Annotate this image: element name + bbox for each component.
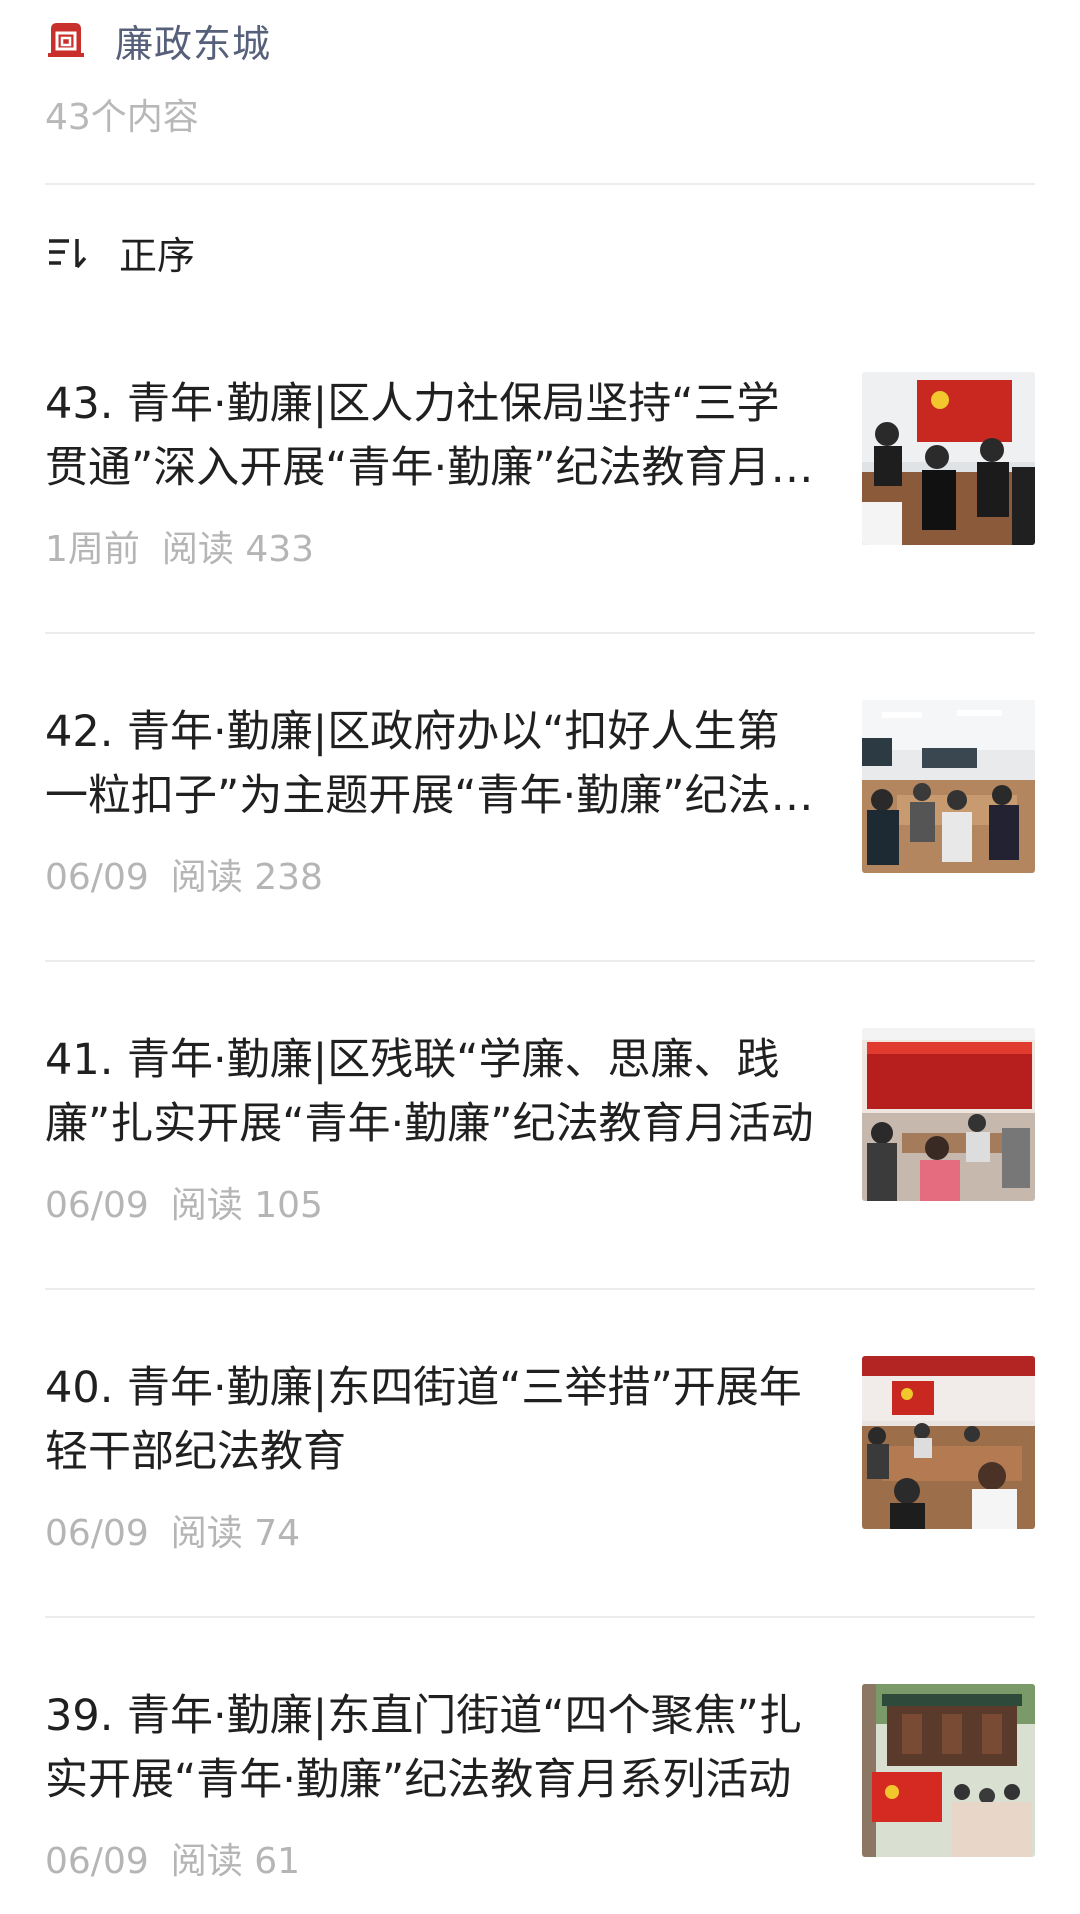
banner-meeting-thumbnail[interactable] [862, 1356, 1035, 1529]
article-item[interactable]: 39. 青年·勤廉|东直门街道“四个聚焦”扎实开展“青年·勤廉”纪法教育月系列活… [45, 1684, 1035, 1914]
article-title[interactable]: 40. 青年·勤廉|东四街道“三举措”开展年轻干部纪法教育 [45, 1356, 820, 1484]
read-count: 74 [254, 1513, 301, 1554]
meeting-with-flag-thumbnail[interactable] [862, 372, 1035, 545]
read-label: 阅读 [170, 1185, 243, 1226]
article-date: 06/09 [45, 1185, 149, 1226]
article-title[interactable]: 41. 青年·勤廉|区残联“学廉、思廉、践廉”扎实开展“青年·勤廉”纪法教育月活… [45, 1028, 820, 1156]
article-title[interactable]: 42. 青年·勤廉|区政府办以“扣好人生第一粒扣子”为主题开展“青年·勤廉”纪法… [45, 700, 820, 828]
read-count: 61 [254, 1841, 301, 1882]
outdoor-flag-group-thumbnail[interactable] [862, 1684, 1035, 1857]
article-title[interactable]: 39. 青年·勤廉|东直门街道“四个聚焦”扎实开展“青年·勤廉”纪法教育月系列活… [45, 1684, 820, 1812]
read-label: 阅读 [170, 857, 243, 898]
article-meta: 06/09 阅读 105 [45, 1176, 323, 1228]
divider [45, 960, 1035, 962]
article-date: 06/09 [45, 1841, 149, 1882]
article-item[interactable]: 41. 青年·勤廉|区残联“学廉、思廉、践廉”扎实开展“青年·勤廉”纪法教育月活… [45, 1028, 1035, 1258]
read-label: 阅读 [161, 529, 234, 570]
article-meta: 1周前 阅读 433 [45, 520, 314, 572]
article-date: 06/09 [45, 857, 149, 898]
conference-room-thumbnail[interactable] [862, 700, 1035, 873]
article-item[interactable]: 40. 青年·勤廉|东四街道“三举措”开展年轻干部纪法教育 06/09 阅读 74 [45, 1356, 1035, 1586]
article-date: 06/09 [45, 1513, 149, 1554]
article-item[interactable]: 42. 青年·勤廉|区政府办以“扣好人生第一粒扣子”为主题开展“青年·勤廉”纪法… [45, 700, 1035, 930]
account-name[interactable]: 廉政东城 [115, 13, 271, 68]
article-meta: 06/09 阅读 74 [45, 1504, 300, 1556]
content-count: 43个内容 [45, 97, 199, 138]
article-date: 1周前 [45, 529, 140, 570]
sort-label: 正序 [119, 234, 196, 278]
article-meta: 06/09 阅读 238 [45, 848, 323, 900]
sort-order-icon [45, 231, 89, 275]
read-count: 105 [254, 1185, 323, 1226]
article-meta: 06/09 阅读 61 [45, 1832, 300, 1884]
divider [45, 183, 1035, 185]
read-count: 433 [245, 529, 315, 570]
red-stage-meeting-thumbnail[interactable] [862, 1028, 1035, 1201]
article-title[interactable]: 43. 青年·勤廉|区人力社保局坚持“三学贯通”深入开展“青年·勤廉”纪法教育月… [45, 372, 820, 500]
read-label: 阅读 [170, 1513, 243, 1554]
account-header[interactable]: 廉政东城 [45, 10, 1035, 70]
wechat-account-logo-icon [45, 19, 87, 61]
sort-toggle[interactable]: 正序 [45, 225, 195, 280]
read-count: 238 [254, 857, 323, 898]
divider [45, 632, 1035, 634]
divider [45, 1616, 1035, 1618]
article-item[interactable]: 43. 青年·勤廉|区人力社保局坚持“三学贯通”深入开展“青年·勤廉”纪法教育月… [45, 372, 1035, 602]
divider [45, 1288, 1035, 1290]
read-label: 阅读 [170, 1841, 243, 1882]
